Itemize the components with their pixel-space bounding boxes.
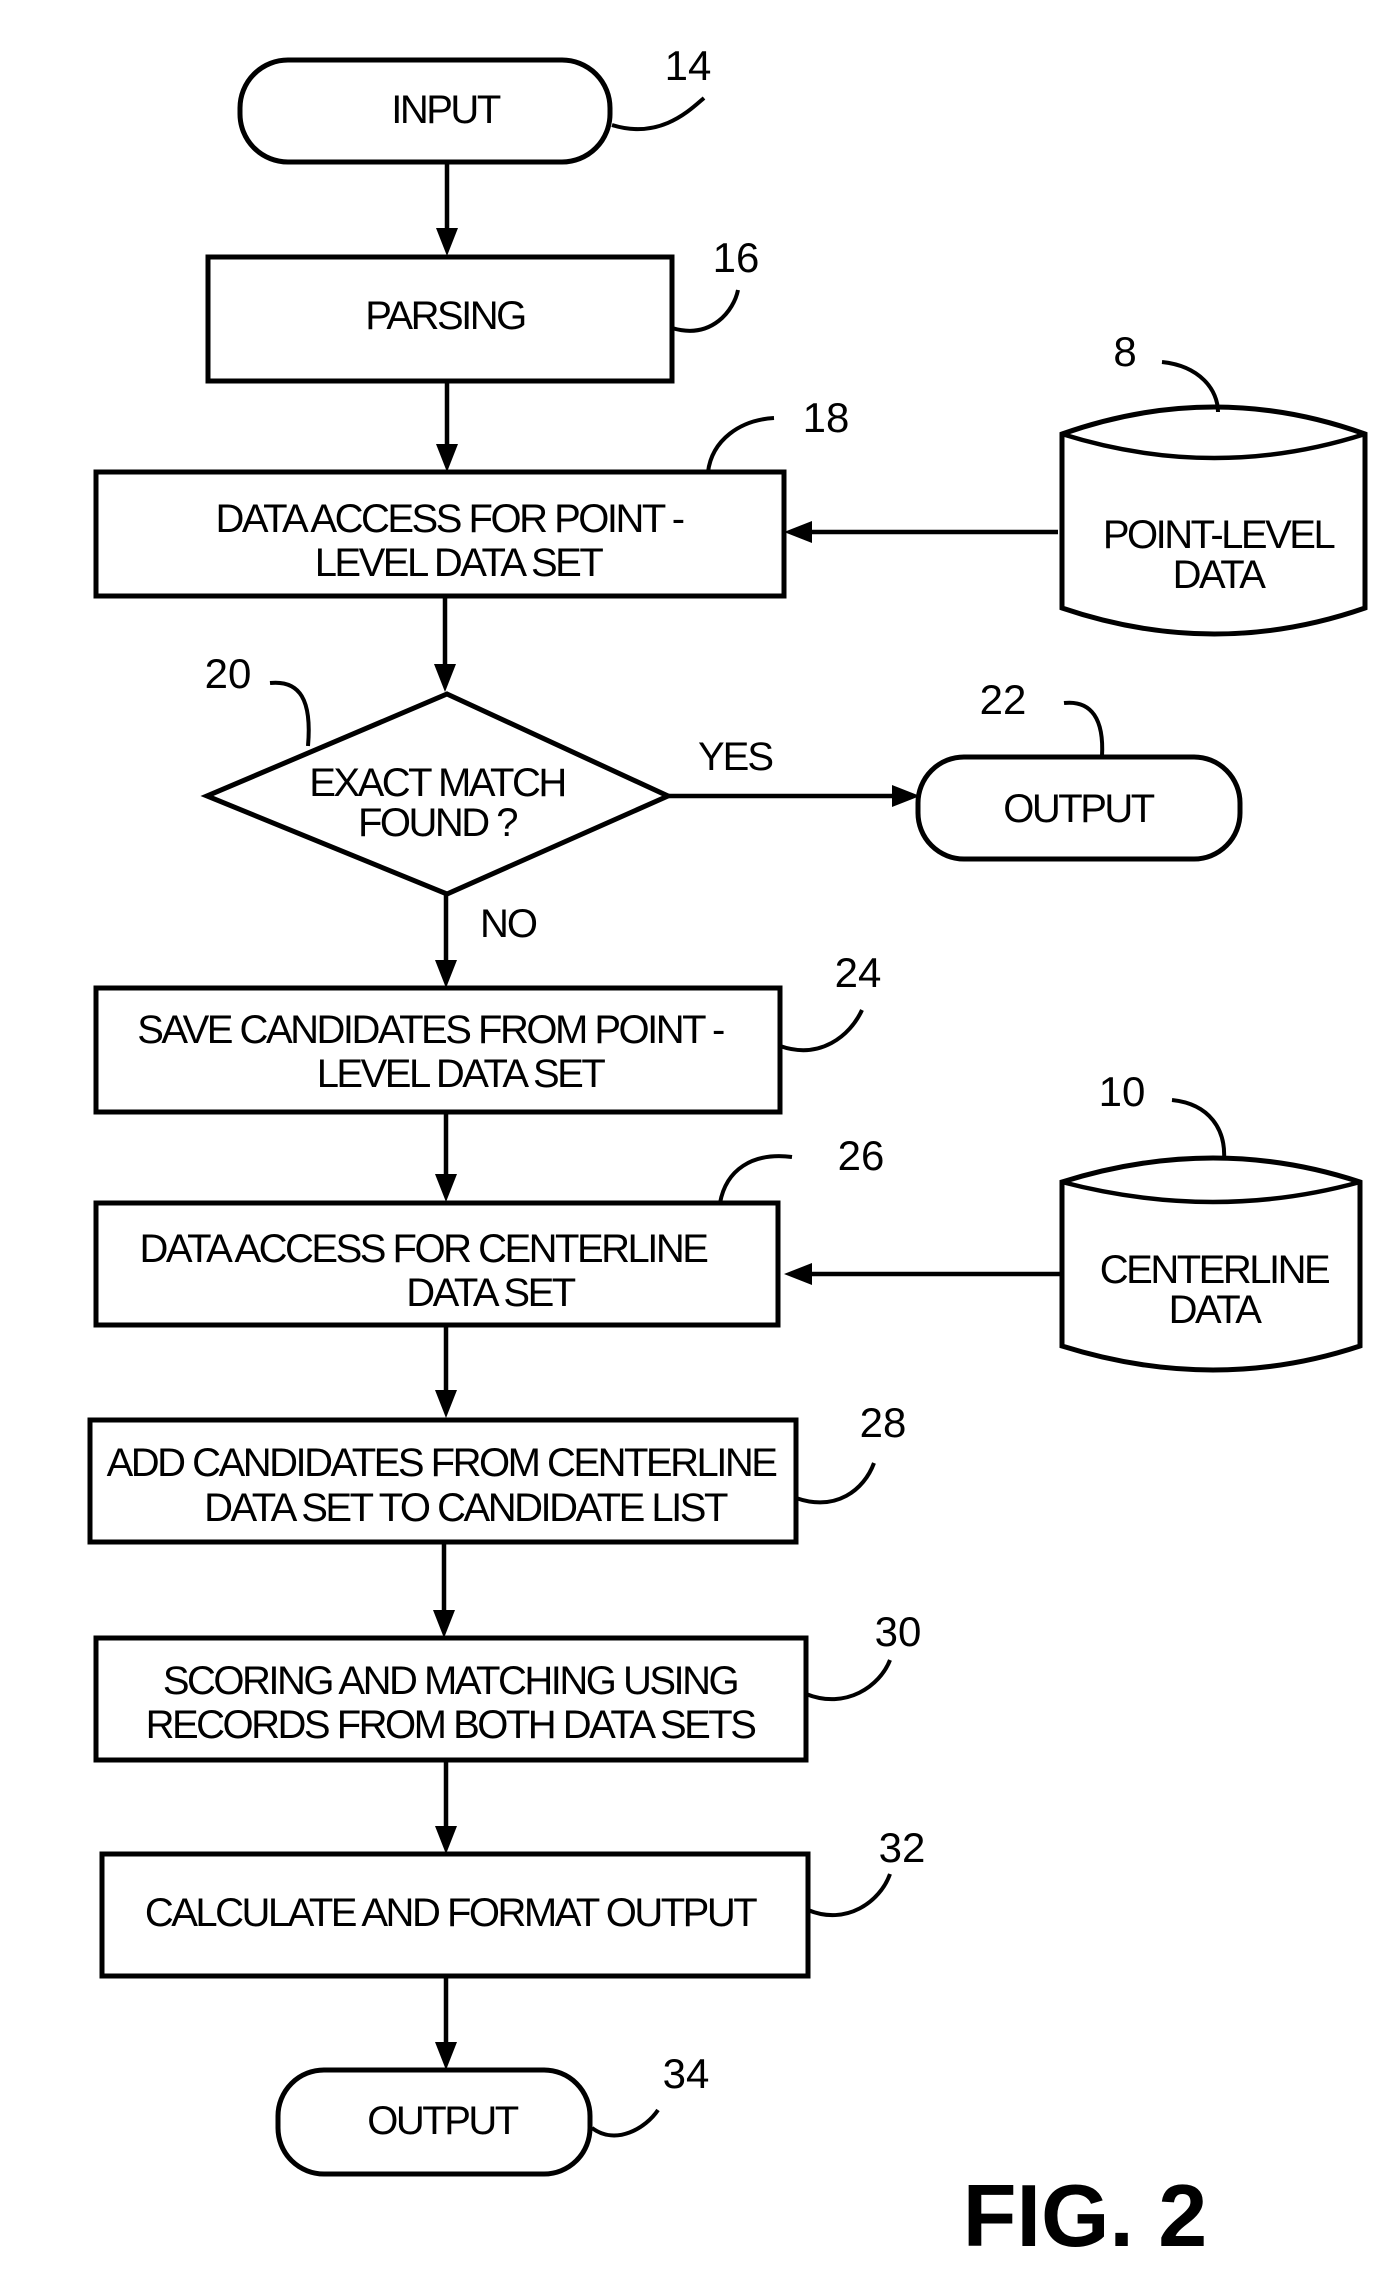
ref-leader: [718, 1154, 793, 1204]
node-label: INPUT: [391, 88, 501, 132]
node-label-line-2: DATA SET TO CANDIDATE LIST: [204, 1486, 728, 1530]
ref-numeral: 24: [835, 949, 882, 996]
node-label: OUTPUT: [1003, 787, 1155, 831]
ref-numeral: 18: [803, 394, 850, 441]
branch-label-yes: YES: [698, 735, 772, 779]
flowchart-canvas: INPUT 14 PARSING 16 DATA ACCESS FOR POIN…: [87, 42, 1368, 2265]
arrowhead: [433, 1610, 455, 1638]
arrowhead: [435, 1826, 457, 1854]
ref-leader: [706, 416, 775, 473]
ref-leader: [269, 680, 311, 747]
arrowhead: [434, 664, 456, 692]
ref-numeral: 28: [860, 1399, 907, 1446]
ref-numeral: 32: [879, 1824, 926, 1871]
node-point-level-data-db: POINT-LEVEL DATA 8: [1059, 328, 1368, 637]
node-label: PARSING: [365, 294, 525, 338]
arrowhead: [435, 2042, 457, 2070]
node-output-final: OUTPUT 34: [275, 2050, 710, 2177]
node-input: INPUT 14: [237, 42, 712, 165]
node-calculate-format-output: CALCULATE AND FORMAT OUTPUT 32: [99, 1824, 926, 1979]
ref-leader: [1161, 360, 1220, 413]
node-label-line-1: ADD CANDIDATES FROM CENTERLINE: [107, 1441, 777, 1485]
node-data-access-centerline: DATA ACCESS FOR CENTERLINE DATA SET 26: [93, 1132, 885, 1328]
ref-leader: [590, 2108, 660, 2138]
ref-leader: [1063, 700, 1105, 757]
ref-leader: [807, 1873, 892, 1917]
node-add-candidates: ADD CANDIDATES FROM CENTERLINE DATA SET …: [87, 1399, 907, 1545]
node-scoring-matching: SCORING AND MATCHING USING RECORDS FROM …: [93, 1608, 922, 1763]
node-parsing: PARSING 16: [205, 234, 760, 384]
ref-leader: [1171, 1098, 1227, 1161]
ref-numeral: 34: [663, 2050, 710, 2097]
node-label-line-2: LEVEL DATA SET: [317, 1052, 606, 1096]
arrowhead: [436, 228, 458, 256]
ref-leader: [671, 289, 740, 333]
node-label-line-2: DATA SET: [406, 1271, 576, 1315]
node-label-line-2: FOUND ?: [358, 801, 517, 845]
node-label: OUTPUT: [367, 2099, 519, 2143]
arrowhead: [784, 1263, 812, 1285]
ref-numeral: 14: [665, 42, 712, 89]
ref-numeral: 16: [713, 234, 760, 281]
node-output-early: OUTPUT 22: [915, 676, 1243, 862]
ref-numeral: 10: [1099, 1068, 1146, 1115]
node-label-line-1: EXACT MATCH: [309, 761, 565, 805]
node-data-access-point-level: DATA ACCESS FOR POINT - LEVEL DATA SET 1…: [93, 394, 850, 599]
arrowhead: [436, 444, 458, 472]
node-label-line-1: DATA ACCESS FOR POINT -: [215, 497, 683, 541]
ref-numeral: 22: [980, 676, 1027, 723]
node-label-line-1: CENTERLINE: [1100, 1248, 1329, 1292]
ref-numeral: 30: [875, 1608, 922, 1655]
ref-numeral: 8: [1113, 328, 1136, 375]
ref-numeral: 20: [205, 650, 252, 697]
node-label-line-1: SAVE CANDIDATES FROM POINT -: [137, 1008, 724, 1052]
arrowhead: [435, 1390, 457, 1418]
arrowhead: [784, 521, 812, 543]
connectors: [433, 160, 1062, 2070]
ref-leader: [611, 96, 706, 132]
branch-label-no: NO: [480, 902, 537, 946]
node-save-candidates: SAVE CANDIDATES FROM POINT - LEVEL DATA …: [93, 949, 882, 1115]
node-label-line-1: POINT-LEVEL: [1103, 513, 1335, 557]
node-label-line-2: DATA: [1169, 1288, 1263, 1332]
ref-leader: [779, 1009, 864, 1053]
node-label-line-2: RECORDS FROM BOTH DATA SETS: [146, 1703, 756, 1747]
arrowhead: [435, 960, 457, 988]
node-label-line-2: LEVEL DATA SET: [315, 541, 604, 585]
node-label: CALCULATE AND FORMAT OUTPUT: [145, 1891, 757, 1935]
node-centerline-data-db: CENTERLINE DATA 10: [1059, 1068, 1363, 1373]
node-label-line-1: DATA ACCESS FOR CENTERLINE: [140, 1227, 708, 1271]
node-label-line-2: DATA: [1173, 553, 1267, 597]
ref-leader: [795, 1462, 876, 1505]
node-label-line-1: SCORING AND MATCHING USING: [163, 1659, 738, 1703]
figure-label: FIG. 2: [963, 2166, 1208, 2265]
ref-numeral: 26: [838, 1132, 885, 1179]
ref-leader: [805, 1659, 892, 1701]
arrowhead: [435, 1174, 457, 1202]
